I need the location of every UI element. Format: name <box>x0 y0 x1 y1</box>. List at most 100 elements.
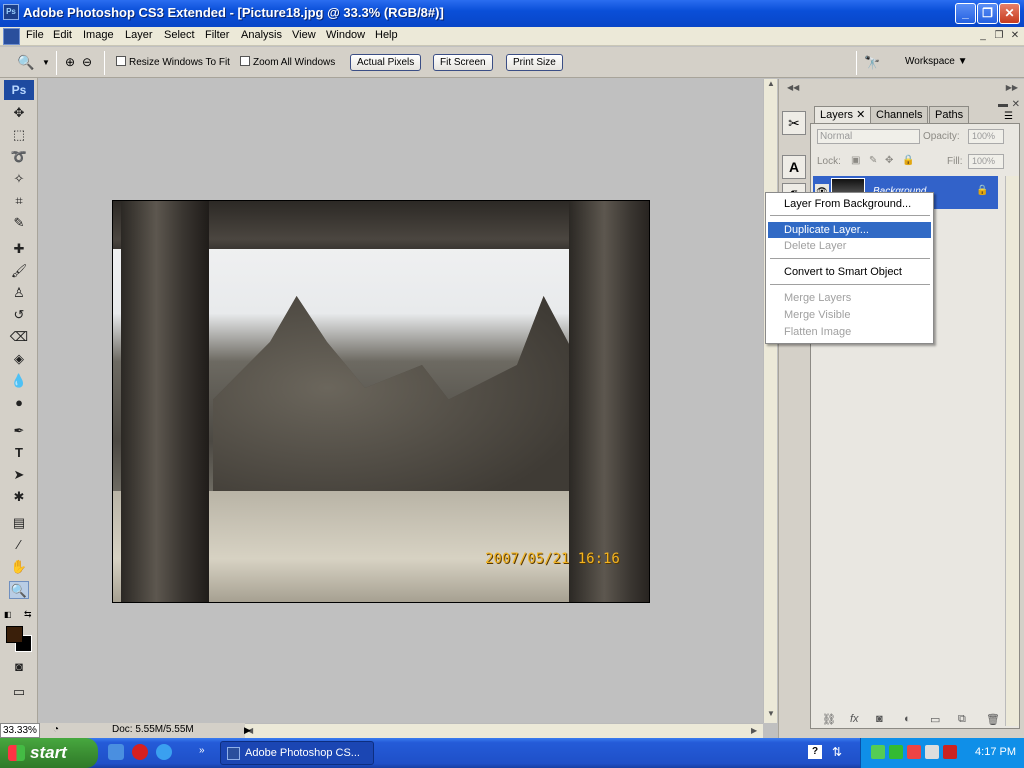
status-options-icon[interactable]: ◔ <box>53 724 59 735</box>
tray-icon-2[interactable] <box>889 745 903 759</box>
menu-view[interactable]: View <box>292 29 316 41</box>
layer-style-icon[interactable]: fx <box>850 713 859 725</box>
slice-tool-icon[interactable]: ✎ <box>9 214 29 232</box>
menu-analysis[interactable]: Analysis <box>241 29 282 41</box>
menu-file[interactable]: File <box>26 29 44 41</box>
screen-mode-icon[interactable]: ▭ <box>9 683 29 701</box>
new-group-icon[interactable]: ▭ <box>930 713 940 726</box>
custom-shape-icon[interactable]: ✱ <box>9 488 29 506</box>
panel-minimize-icon[interactable]: ▬ <box>998 99 1008 110</box>
vertical-scrollbar[interactable]: ▲ ▼ <box>763 79 777 723</box>
layers-scrollbar[interactable] <box>1005 176 1019 726</box>
default-colors-icon[interactable]: ◧ <box>4 610 12 619</box>
tray-icon-5[interactable] <box>943 745 957 759</box>
doc-restore-button[interactable]: ❐ <box>992 30 1006 42</box>
actual-pixels-button[interactable]: Actual Pixels <box>350 54 422 71</box>
crop-tool-icon[interactable]: ⌗ <box>9 192 29 210</box>
quicklaunch-expand-icon[interactable]: » <box>199 745 205 756</box>
eraser-tool-icon[interactable]: ⌫ <box>9 328 29 346</box>
character-panel-icon[interactable]: A <box>782 155 806 179</box>
ps-logo[interactable]: Ps <box>4 80 34 100</box>
healing-brush-icon[interactable]: ✚ <box>9 240 29 258</box>
blend-mode-select[interactable]: Normal <box>817 129 920 144</box>
quicklaunch-browser-icon[interactable] <box>156 744 172 760</box>
tray-icon-1[interactable] <box>871 745 885 759</box>
scroll-right-icon[interactable]: ▶ <box>751 726 757 735</box>
quick-mask-icon[interactable]: ◙ <box>9 658 29 676</box>
tab-layers[interactable]: Layers ✕ <box>814 106 872 123</box>
opacity-field[interactable]: 100% <box>968 129 1004 144</box>
start-button[interactable]: start <box>0 738 98 768</box>
collapse-dock-icon[interactable]: ◀◀ <box>787 83 799 92</box>
type-tool-icon[interactable]: T <box>9 444 29 462</box>
clone-stamp-icon[interactable]: ♙ <box>9 284 29 302</box>
menu-edit[interactable]: Edit <box>53 29 72 41</box>
tab-paths[interactable]: Paths <box>929 106 970 123</box>
layer-mask-icon[interactable]: ◙ <box>876 713 883 725</box>
chevron-down-icon[interactable]: ▼ <box>42 58 50 67</box>
zoom-in-icon[interactable]: ⊕ <box>65 55 75 69</box>
brush-tool-icon[interactable]: 🖌 <box>9 262 29 280</box>
swap-colors-icon[interactable]: ⇆ <box>24 609 32 620</box>
doc-minimize-button[interactable]: _ <box>976 30 990 42</box>
menu-help[interactable]: Help <box>375 29 398 41</box>
bridge-icon[interactable]: 🔭 <box>864 55 880 71</box>
canvas-area[interactable]: 2007/05/21 16:16 <box>39 79 763 723</box>
eyedropper-icon[interactable]: ⁄ <box>9 536 29 554</box>
quicklaunch-opera-icon[interactable] <box>132 744 148 760</box>
fit-screen-button[interactable]: Fit Screen <box>433 54 493 71</box>
lasso-tool-icon[interactable]: ➰ <box>9 148 29 166</box>
zoom-out-icon[interactable]: ⊖ <box>82 55 92 69</box>
panel-close-icon[interactable]: ✕ <box>1012 99 1020 110</box>
resize-windows-checkbox[interactable]: Resize Windows To Fit <box>116 56 230 68</box>
volume-icon[interactable] <box>925 745 939 759</box>
document-image[interactable]: 2007/05/21 16:16 <box>112 200 650 603</box>
foreground-color-swatch[interactable] <box>6 626 23 643</box>
menu-item-duplicate-layer[interactable]: Duplicate Layer... <box>768 222 931 238</box>
horizontal-scrollbar[interactable]: ◀ ▶ <box>245 723 763 738</box>
dodge-tool-icon[interactable]: ● <box>9 394 29 412</box>
path-selection-icon[interactable]: ➤ <box>9 466 29 484</box>
link-layers-icon[interactable]: ⛓ <box>822 713 836 726</box>
status-menu-arrow-icon[interactable]: ▶ <box>244 725 251 736</box>
menu-item-convert-smart-object[interactable]: Convert to Smart Object <box>768 264 931 280</box>
lock-paint-icon[interactable]: ✎ <box>869 155 877 166</box>
history-brush-icon[interactable]: ↺ <box>9 306 29 324</box>
panel-menu-icon[interactable]: ☰ <box>1004 111 1013 122</box>
new-layer-icon[interactable]: ⧉ <box>958 713 966 726</box>
tools-preset-panel-icon[interactable]: ✂ <box>782 111 806 135</box>
move-tool-icon[interactable]: ✥ <box>9 104 29 122</box>
quicklaunch-ie-icon[interactable] <box>108 744 124 760</box>
pen-tool-icon[interactable]: ✒ <box>9 422 29 440</box>
zoom-tool-icon[interactable]: 🔍 <box>9 581 29 599</box>
scroll-down-icon[interactable]: ▼ <box>767 709 775 718</box>
taskbar-item-photoshop[interactable]: Adobe Photoshop CS... <box>220 741 374 765</box>
doc-close-button[interactable]: ✕ <box>1008 30 1022 42</box>
lock-position-icon[interactable]: ✥ <box>885 155 893 166</box>
tray-icon-3[interactable] <box>907 745 921 759</box>
fill-field[interactable]: 100% <box>968 154 1004 169</box>
marquee-tool-icon[interactable]: ⬚ <box>9 126 29 144</box>
zoom-tool-preset-icon[interactable]: 🔍 <box>17 54 34 71</box>
lock-all-icon[interactable]: 🔒 <box>902 155 914 166</box>
menu-layer[interactable]: Layer <box>125 29 153 41</box>
adjustment-layer-icon[interactable]: ◐ <box>904 713 911 725</box>
network-tray-icon[interactable]: ⇅ <box>832 745 842 759</box>
document-icon[interactable] <box>3 28 20 45</box>
photoshop-app-icon[interactable]: Ps <box>3 4 19 20</box>
menu-window[interactable]: Window <box>326 29 365 41</box>
menu-select[interactable]: Select <box>164 29 195 41</box>
blur-tool-icon[interactable]: 💧 <box>9 372 29 390</box>
minimize-button[interactable]: _ <box>955 3 976 24</box>
paint-bucket-icon[interactable]: ◈ <box>9 350 29 368</box>
delete-layer-icon[interactable]: 🗑 <box>986 713 1000 726</box>
menu-filter[interactable]: Filter <box>205 29 229 41</box>
magic-wand-icon[interactable]: ✧ <box>9 170 29 188</box>
workspace-menu[interactable]: Workspace ▼ <box>905 56 968 67</box>
tab-channels[interactable]: Channels <box>870 106 929 123</box>
help-tray-icon[interactable]: ? <box>808 745 822 759</box>
expand-panel-icon[interactable]: ▶▶ <box>1006 83 1018 92</box>
scroll-up-icon[interactable]: ▲ <box>767 79 775 88</box>
hand-tool-icon[interactable]: ✋ <box>9 558 29 576</box>
menu-item-layer-from-background[interactable]: Layer From Background... <box>768 196 931 212</box>
